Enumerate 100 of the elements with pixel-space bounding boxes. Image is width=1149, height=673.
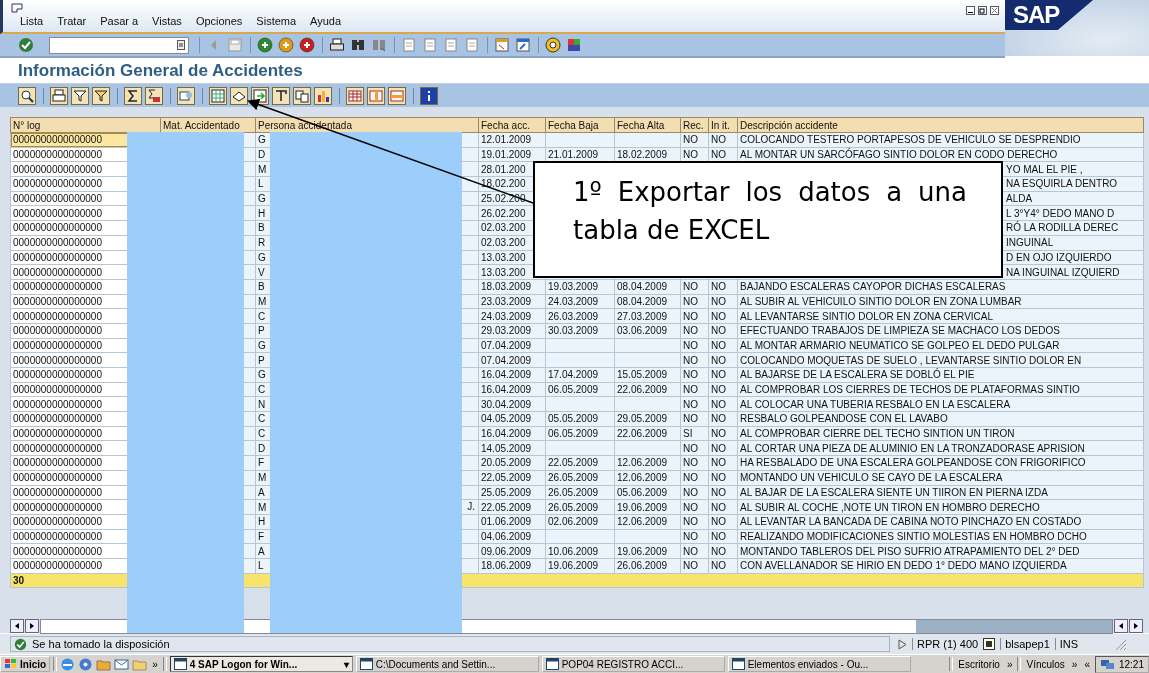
menu-item[interactable]: Lista — [20, 15, 44, 27]
column-header[interactable]: Fecha Baja — [545, 117, 615, 133]
text-fragment: L 3°Y4° DEDO MANO D — [1006, 207, 1115, 219]
taskbar-button[interactable]: POP04 REGISTRO ACCI... — [541, 656, 725, 672]
name-fragment: R — [258, 237, 266, 249]
media-icon[interactable] — [78, 656, 94, 672]
dropdown-icon[interactable] — [177, 39, 185, 50]
sap-logo: SAP — [1005, 0, 1093, 30]
column-header[interactable]: Fecha Alta — [614, 117, 681, 133]
column-header[interactable]: Fecha acc. — [478, 117, 546, 133]
menu-item[interactable]: Sistema — [256, 15, 297, 27]
server-icon[interactable] — [983, 638, 996, 650]
name-fragment: M — [258, 163, 267, 175]
taskbar-button[interactable]: C:\Documents and Settin... — [355, 656, 539, 672]
sum-icon[interactable] — [124, 86, 142, 105]
menu-item[interactable]: Tratar — [57, 15, 87, 27]
copy-icon[interactable] — [293, 86, 311, 105]
name-fragment: P — [258, 354, 265, 366]
envelope-icon[interactable] — [114, 656, 130, 672]
command-field[interactable] — [49, 36, 189, 54]
text-fragment: ALDA — [1006, 193, 1033, 205]
column-header[interactable]: In it. — [708, 117, 738, 133]
filter-icon[interactable] — [71, 86, 89, 105]
name-fragment: G — [258, 134, 266, 146]
menu-item[interactable]: Vistas — [152, 15, 182, 27]
menu-item[interactable]: Ayuda — [310, 15, 342, 27]
name-fragment: A — [258, 486, 265, 498]
check-icon[interactable] — [18, 37, 34, 53]
restore-icon[interactable] — [978, 6, 987, 15]
details-icon[interactable] — [18, 86, 36, 105]
browser-icon[interactable] — [60, 656, 76, 672]
name-fragment: B — [258, 222, 265, 234]
text-fragment: D EN OJO IZQUIERDO — [1006, 251, 1112, 263]
name-fragment: P — [258, 325, 265, 337]
name-fragment: D — [258, 442, 266, 454]
layout-icon[interactable] — [566, 37, 582, 53]
status-message: Se ha tomado la disposición — [32, 638, 170, 650]
scroll-right-icon[interactable] — [25, 619, 39, 634]
name-fragment: C — [258, 428, 266, 440]
toolbar-label[interactable]: Escritorio — [956, 658, 1002, 670]
window-icon — [545, 658, 559, 670]
printer-icon[interactable] — [329, 37, 345, 53]
columns-icon[interactable] — [367, 86, 385, 105]
name-fragment: H — [258, 207, 266, 219]
spreadsheet-icon[interactable] — [209, 86, 227, 105]
expand-icon[interactable] — [898, 638, 907, 650]
name-fragment: M — [258, 295, 267, 307]
text-fragment: RÓ LA RODILLA DEREC — [1006, 222, 1119, 234]
name-fragment: A — [258, 545, 265, 557]
name-fragment: V — [258, 266, 265, 278]
menu-icon[interactable] — [11, 3, 23, 13]
close-icon[interactable] — [990, 6, 999, 15]
menu-item[interactable]: Pasar a — [100, 15, 139, 27]
minimize-icon[interactable] — [966, 6, 975, 15]
more-chevron[interactable]: » — [150, 658, 160, 670]
network-icon[interactable] — [1099, 657, 1115, 671]
toolbar-label[interactable]: Vínculos — [1024, 658, 1067, 670]
name-fragment: D — [258, 149, 266, 161]
scroll-left-icon[interactable] — [1114, 619, 1128, 634]
window-icon — [731, 658, 745, 670]
name-fragment: B — [258, 281, 265, 293]
callout-text: 1º Exportar los datos a una tabla de EXCEL — [573, 175, 967, 247]
text-fragment: INGUINAL — [1006, 237, 1054, 249]
name-fragment: G — [258, 339, 266, 351]
start-button[interactable]: Inicio — [0, 656, 51, 672]
more-chevron[interactable]: » — [1069, 658, 1080, 670]
clock: 12:21 — [1118, 658, 1144, 670]
menu-item[interactable]: Opciones — [195, 15, 243, 27]
column-header[interactable]: Descripción accidente — [737, 117, 1144, 133]
resize-grip-icon[interactable] — [1113, 637, 1128, 651]
name-fragment: J. — [467, 500, 475, 514]
subtotal-icon[interactable] — [145, 86, 163, 105]
binoculars-icon[interactable] — [350, 37, 366, 53]
scroll-right-icon[interactable] — [1129, 619, 1143, 634]
taskbar-button[interactable]: 4 SAP Logon for Win... ▾ — [169, 656, 353, 672]
table-icon[interactable] — [346, 86, 364, 105]
text-icon[interactable] — [272, 86, 290, 105]
name-fragment: N — [258, 398, 266, 410]
name-fragment: F — [258, 530, 265, 542]
column-header[interactable]: Mat. Accidentado — [160, 117, 256, 133]
printer-icon[interactable] — [50, 86, 68, 105]
flag-icon — [4, 658, 18, 670]
chart-icon[interactable] — [314, 86, 332, 105]
system-info: RPR (1) 400 — [912, 638, 979, 650]
view-icon[interactable] — [177, 86, 195, 105]
window-icon — [173, 658, 187, 670]
filter-icon[interactable] — [92, 86, 110, 105]
collapse-chevron[interactable]: « — [1082, 658, 1092, 670]
window-icon[interactable] — [494, 37, 510, 53]
info-icon[interactable] — [420, 86, 438, 105]
scroll-left-icon[interactable] — [10, 619, 24, 634]
more-chevron[interactable]: » — [1004, 658, 1015, 670]
column-header[interactable]: Rec. — [680, 117, 709, 133]
name-fragment: L — [258, 560, 264, 572]
name-fragment: M — [258, 501, 267, 513]
taskbar-button[interactable]: Elementos enviados - Ou... — [727, 656, 911, 672]
window-icon[interactable] — [515, 37, 531, 53]
rows-icon[interactable] — [388, 86, 406, 105]
scrollbar-thumb[interactable] — [916, 619, 1112, 633]
column-header[interactable]: N° log — [10, 117, 161, 133]
